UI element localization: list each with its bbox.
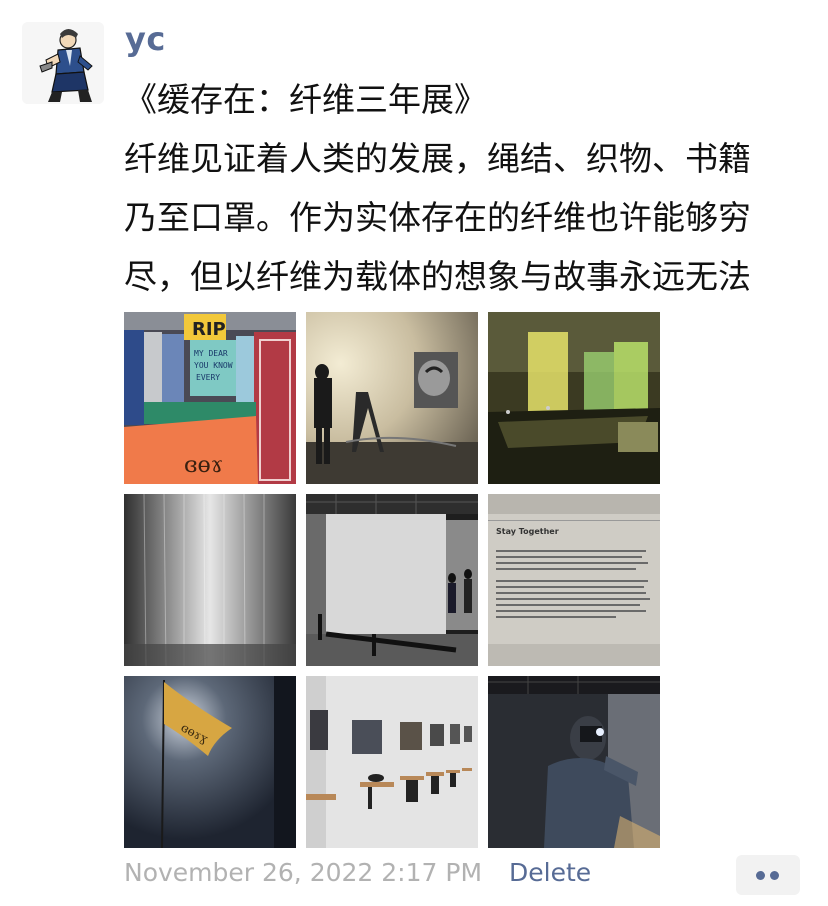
photo-thumbnail-1[interactable]: RIP MY DEAR YOU KNOW EVERY ɞɵɤ: [124, 312, 296, 484]
post-timestamp: November 26, 2022 2:17 PM: [124, 858, 483, 887]
svg-text:ɞɵɤ: ɞɵɤ: [184, 453, 223, 478]
photo-thumbnail-5[interactable]: [306, 494, 478, 666]
post-text-line: 《缓存在：纤维三年展》: [124, 80, 487, 119]
photo-grid: RIP MY DEAR YOU KNOW EVERY ɞɵɤ Stay Toge…: [124, 312, 660, 848]
svg-text:YOU KNOW: YOU KNOW: [194, 361, 233, 370]
more-dots-icon: [756, 871, 765, 880]
photo-thumbnail-8[interactable]: [306, 676, 478, 848]
photo-thumbnail-2[interactable]: [306, 312, 478, 484]
avatar[interactable]: [22, 22, 104, 104]
photo-thumbnail-4[interactable]: [124, 494, 296, 666]
photo-thumbnail-7[interactable]: ɞɵɤɣ: [124, 676, 296, 848]
username-link[interactable]: yc: [125, 20, 166, 58]
more-options-button[interactable]: [736, 855, 800, 895]
post-text-line: 尽，但以纤维为载体的想象与故事永远无法: [124, 257, 751, 296]
svg-text:EVERY: EVERY: [196, 373, 220, 382]
wall-text-heading: Stay Together: [496, 527, 559, 536]
photo-thumbnail-3[interactable]: [488, 312, 660, 484]
svg-text:MY DEAR: MY DEAR: [194, 349, 228, 358]
delete-button[interactable]: Delete: [509, 858, 591, 887]
more-dots-icon: [770, 871, 779, 880]
photo-thumbnail-9[interactable]: [488, 676, 660, 848]
post-text-line: 纤维见证着人类的发展，绳结、织物、书籍: [124, 139, 751, 178]
photo-thumbnail-6[interactable]: Stay Together: [488, 494, 660, 666]
svg-text:RIP: RIP: [192, 319, 226, 340]
post-text-line: 乃至口罩。作为实体存在的纤维也许能够穷: [124, 198, 751, 237]
moment-post: yc 《缓存在：纤维三年展》 纤维见证着人类的发展，绳结、织物、书籍 乃至口罩。…: [0, 0, 828, 906]
avatar-illustration-icon: [22, 22, 104, 104]
